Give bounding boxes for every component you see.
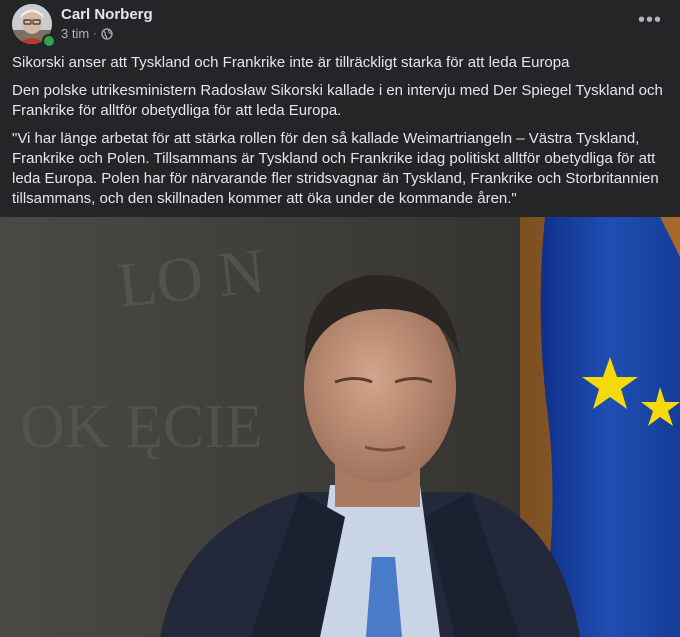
online-status-indicator: [42, 34, 56, 48]
post-time[interactable]: 3 tim: [61, 26, 89, 41]
post-photo[interactable]: LO N OK ĘCIE: [0, 217, 680, 637]
post-header: Carl Norberg 3 tim · •••: [0, 0, 680, 48]
wall-inscription-line-2: OK ĘCIE: [20, 393, 263, 461]
facebook-post: Carl Norberg 3 tim · ••• Sikorski anser …: [0, 0, 680, 637]
author-name[interactable]: Carl Norberg: [61, 6, 153, 23]
post-paragraph-3: "Vi har länge arbetat för att stärka rol…: [12, 130, 659, 207]
post-paragraph-1: Sikorski anser att Tyskland och Frankrik…: [12, 54, 570, 71]
post-paragraph-2: Den polske utrikesministern Radosław Sik…: [12, 82, 663, 119]
globe-icon[interactable]: [101, 27, 113, 40]
more-options-button[interactable]: •••: [636, 9, 664, 31]
post-text: Sikorski anser att Tyskland och Frankrik…: [12, 53, 672, 217]
post-meta: 3 tim ·: [61, 26, 113, 41]
meta-separator: ·: [93, 27, 97, 40]
